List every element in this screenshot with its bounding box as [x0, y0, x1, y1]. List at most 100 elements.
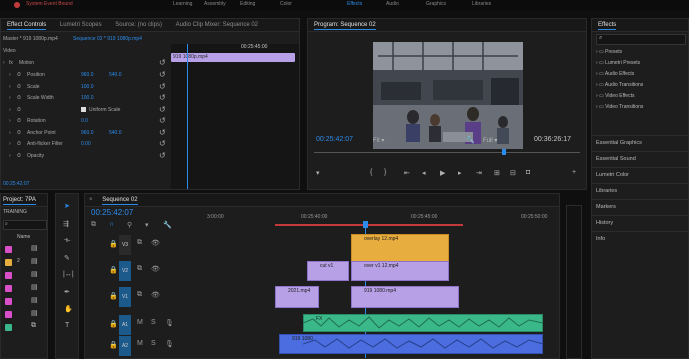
workspace-assembly[interactable]: Assembly — [204, 1, 226, 7]
play-icon[interactable]: ▶ — [440, 169, 445, 177]
expand-chevron-icon[interactable]: › — [9, 92, 11, 104]
tab-sequence[interactable]: Sequence 02 — [96, 194, 143, 206]
project-search-input[interactable]: ⌕ — [3, 220, 47, 230]
expand-chevron-icon[interactable]: › — [9, 104, 11, 116]
tab-lumetri-scopes[interactable]: Lumetri Scopes — [54, 19, 108, 31]
toggle-visibility-icon[interactable]: 👁 — [151, 265, 160, 273]
project-tab2[interactable]: TRAINING — [3, 209, 27, 215]
go-to-out-icon[interactable]: ⇥ — [476, 169, 482, 177]
property-row-3[interactable]: › ⏱ Uniform Scale ↺ — [1, 104, 299, 116]
track-label[interactable]: A1 — [119, 315, 131, 335]
panel-section-4[interactable]: Markers — [592, 199, 688, 215]
add-marker-timeline-icon[interactable]: ▾ — [145, 221, 149, 229]
effects-search-input[interactable]: ⌕ — [596, 34, 686, 45]
timeline-ruler[interactable]: 3:00:00 00:25:40:00 00:25:45:00 00:25:50… — [205, 212, 555, 230]
go-to-in-icon[interactable]: ⇤ — [404, 169, 410, 177]
step-forward-icon[interactable]: ▸ — [458, 169, 462, 177]
quality-dropdown[interactable]: Full ▾ — [483, 137, 497, 144]
project-item[interactable]: ▤ — [1, 244, 47, 255]
toggle-visibility-icon[interactable]: 👁 — [151, 239, 160, 247]
panel-section-6[interactable]: Info — [592, 231, 688, 247]
pen-tool-icon[interactable]: ✒ — [64, 288, 70, 296]
reset-motion-icon[interactable]: ↺ — [159, 57, 166, 69]
expand-chevron-icon[interactable]: › — [9, 150, 11, 162]
close-sequence-icon[interactable]: × — [85, 194, 95, 206]
selection-tool-icon[interactable]: ➤ — [64, 202, 70, 210]
panel-section-2[interactable]: Lumetri Color — [592, 167, 688, 183]
reset-property-icon[interactable]: ↺ — [159, 104, 166, 116]
property-value-1[interactable]: 100.0 — [81, 81, 94, 93]
razor-tool-icon[interactable]: ✎ — [64, 254, 70, 262]
track-select-icon[interactable]: ⇶ — [63, 220, 69, 228]
workspace-learning[interactable]: Learning — [173, 1, 192, 7]
step-back-icon[interactable]: ◂ — [422, 169, 426, 177]
clip-v1-b[interactable]: 919 1080.mp4 — [351, 286, 459, 308]
keyframe-stopwatch-icon[interactable]: ⏱ — [17, 92, 21, 104]
timeline-timecode[interactable]: 00:25:42:07 — [91, 208, 133, 217]
reset-property-icon[interactable]: ↺ — [159, 150, 166, 162]
clip-v1-a[interactable]: 2021.mp4 — [275, 286, 319, 308]
reset-property-icon[interactable]: ↺ — [159, 138, 166, 150]
track-label[interactable]: V2 — [119, 261, 131, 281]
track-label[interactable]: V1 — [119, 287, 131, 307]
property-value-1[interactable]: 0.00 — [81, 138, 91, 150]
settings-wrench-icon[interactable]: 🔧 — [466, 136, 475, 144]
keyframe-stopwatch-icon[interactable]: ⏱ — [17, 115, 21, 127]
effects-folder-1[interactable]: › ▭ Lumetri Presets — [596, 60, 640, 66]
workspace-graphics[interactable]: Graphics — [426, 1, 446, 7]
property-value-1[interactable]: 100.0 — [81, 92, 94, 104]
insert-icon[interactable]: ⊞ — [494, 169, 500, 177]
snap-icon[interactable]: ∩ — [109, 221, 114, 228]
voice-over-icon[interactable]: 🎙 — [165, 319, 174, 327]
reset-property-icon[interactable]: ↺ — [159, 127, 166, 139]
sequence-clip-label[interactable]: Sequence 02 * 919 1080p.mp4 — [73, 33, 142, 45]
slip-tool-icon[interactable]: |↔| — [63, 271, 74, 278]
panel-section-1[interactable]: Essential Sound — [592, 151, 688, 167]
property-row-5[interactable]: › ⏱ Anchor Point 960.0 540.0 ↺ — [1, 127, 299, 139]
hand-tool-icon[interactable]: ✋ — [64, 305, 73, 313]
in-out-range[interactable] — [275, 224, 463, 226]
toggle-visibility-icon[interactable]: 👁 — [151, 291, 160, 299]
keyframe-stopwatch-icon[interactable]: ⏱ — [17, 127, 21, 139]
keyframe-stopwatch-icon[interactable]: ⏱ — [17, 69, 21, 81]
project-item[interactable]: ▤ — [1, 309, 47, 320]
ripple-edit-icon[interactable]: ⟛ — [64, 237, 70, 245]
timeline-settings-icon[interactable]: 🔧 — [163, 221, 172, 229]
workspace-editing[interactable]: Editing — [240, 1, 255, 7]
motion-row[interactable]: › fx Motion ↺ — [1, 57, 299, 69]
project-item[interactable]: ⧉ — [1, 322, 47, 333]
lock-track-icon[interactable]: 🔒 — [109, 341, 118, 349]
reset-property-icon[interactable]: ↺ — [159, 115, 166, 127]
effects-folder-4[interactable]: › ▭ Video Effects — [596, 93, 634, 99]
fx-toggle-icon[interactable]: fx — [9, 57, 13, 69]
keyframe-stopwatch-icon[interactable]: ⏱ — [17, 138, 21, 150]
mute-track-icon[interactable]: M — [137, 319, 143, 326]
program-timecode[interactable]: 00:25:42:07 — [316, 136, 353, 143]
property-value-2[interactable]: 540.0 — [109, 69, 122, 81]
sync-lock-icon[interactable]: ⧉ — [137, 265, 142, 273]
lock-track-icon[interactable]: 🔒 — [109, 320, 118, 328]
lock-track-icon[interactable]: 🔒 — [109, 292, 118, 300]
expand-chevron-icon[interactable]: › — [9, 115, 11, 127]
workspace-libraries[interactable]: Libraries — [472, 1, 491, 7]
solo-track-icon[interactable]: S — [151, 319, 156, 326]
effects-folder-5[interactable]: › ▭ Video Transitions — [596, 104, 643, 110]
track-label[interactable]: V3 — [119, 235, 131, 255]
overwrite-icon[interactable]: ⊟ — [510, 169, 516, 177]
property-row-4[interactable]: › ⏱ Rotation 0.0 ↺ — [1, 115, 299, 127]
sync-lock-icon[interactable]: ⧉ — [137, 239, 142, 247]
property-row-1[interactable]: › ⏱ Scale 100.0 ↺ — [1, 81, 299, 93]
solo-track-icon[interactable]: S — [151, 340, 156, 347]
track-label[interactable]: A2 — [119, 336, 131, 356]
reset-property-icon[interactable]: ↺ — [159, 92, 166, 104]
fit-dropdown[interactable]: Fit ▾ — [373, 137, 384, 144]
tab-effects[interactable]: Effects — [592, 19, 622, 31]
playhead-handle[interactable] — [363, 221, 368, 228]
effects-folder-3[interactable]: › ▭ Audio Transitions — [596, 82, 643, 88]
export-frame-icon[interactable]: ◘ — [526, 169, 530, 176]
master-clip-label[interactable]: Master * 919 1080p.mp4 — [3, 33, 58, 45]
clip-v2-b[interactable]: over v1 12.mp4 — [351, 261, 449, 281]
property-value-2[interactable]: 540.0 — [109, 127, 122, 139]
effects-folder-2[interactable]: › ▭ Audio Effects — [596, 71, 634, 77]
tab-project[interactable]: Project: 7PA — [1, 194, 38, 206]
